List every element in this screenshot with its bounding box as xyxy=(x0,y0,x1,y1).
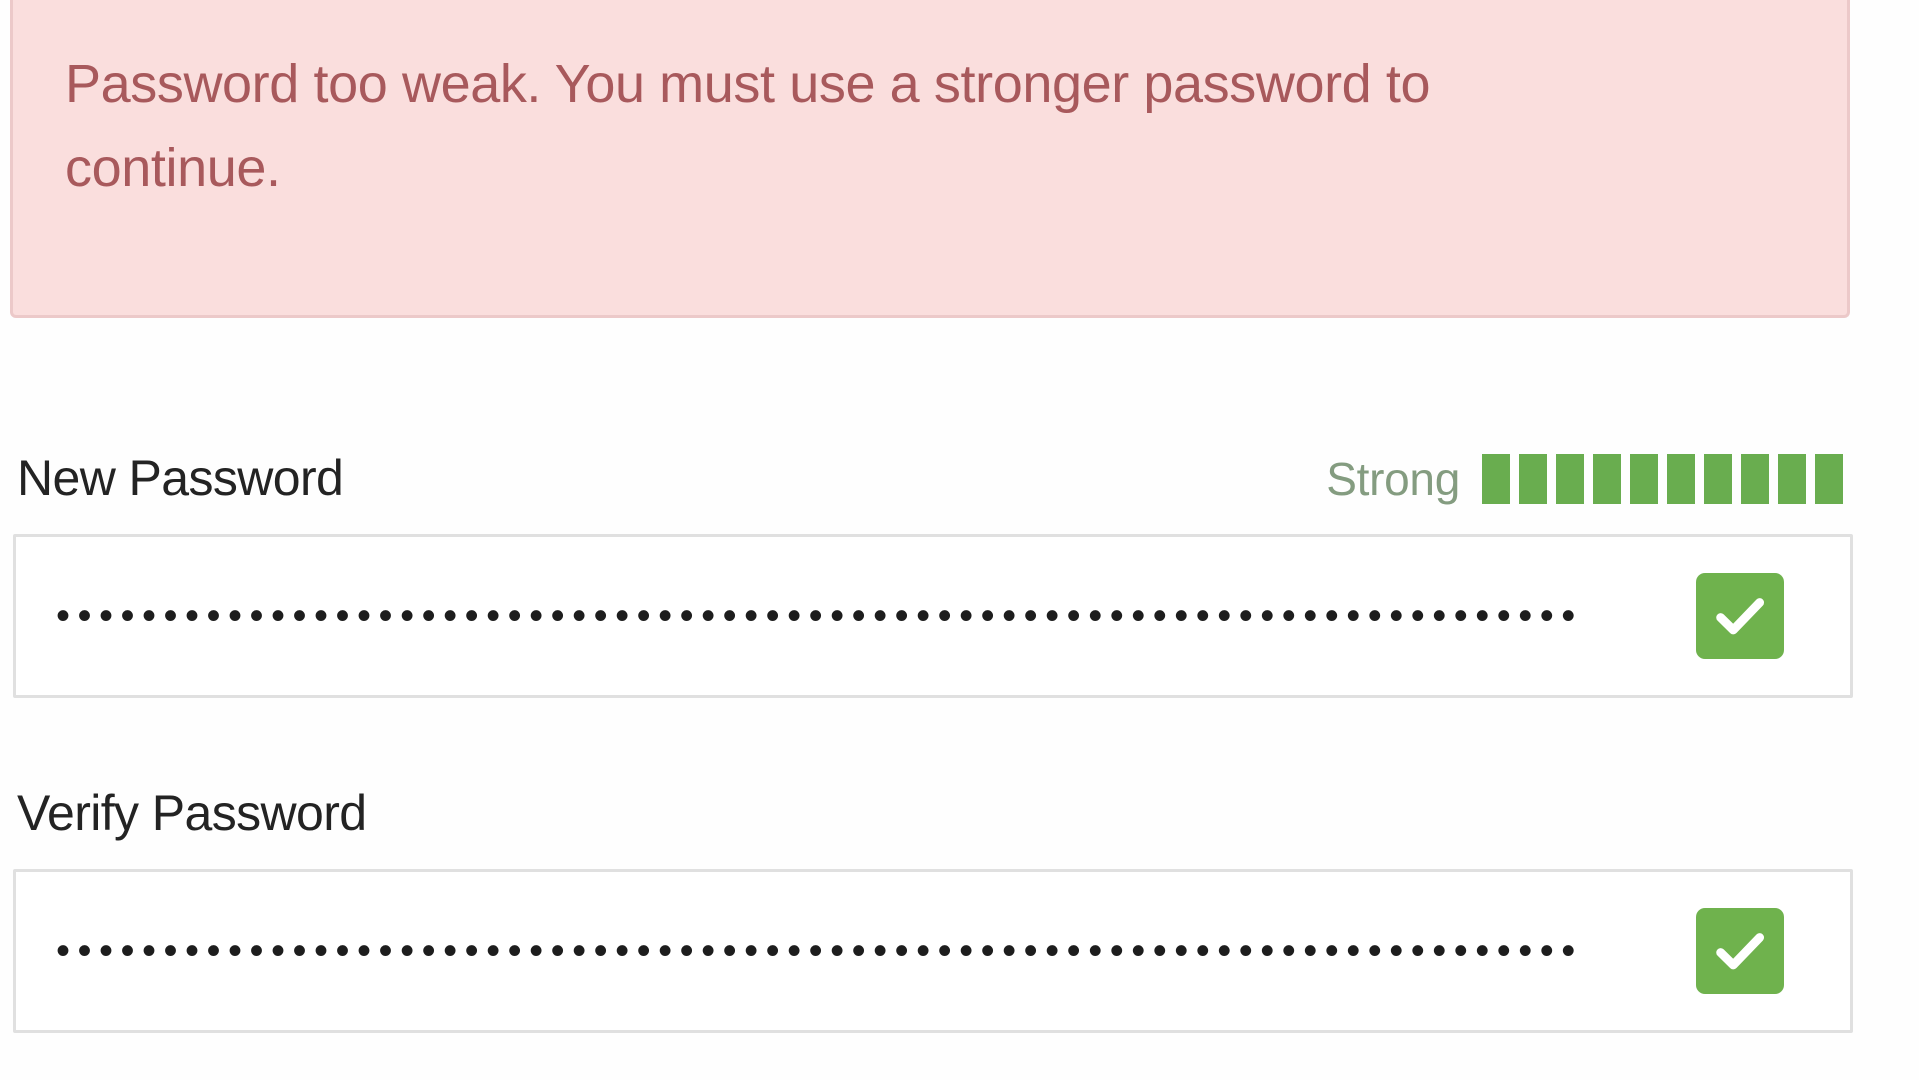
check-icon xyxy=(1696,908,1784,994)
password-reset-page: Password too weak. You must use a strong… xyxy=(0,0,1919,1080)
password-strength-bars xyxy=(1482,454,1843,504)
verify-password-input-wrapper[interactable]: ••••••••••••••••••••••••••••••••••••••••… xyxy=(13,869,1853,1033)
verify-password-input[interactable]: ••••••••••••••••••••••••••••••••••••••••… xyxy=(56,929,1676,973)
strength-bar xyxy=(1815,454,1843,504)
strength-bar xyxy=(1778,454,1806,504)
new-password-input[interactable]: ••••••••••••••••••••••••••••••••••••••••… xyxy=(56,594,1676,638)
password-strength-meter: Strong xyxy=(1326,452,1849,506)
strength-bar xyxy=(1667,454,1695,504)
strength-bar xyxy=(1630,454,1658,504)
strength-bar xyxy=(1741,454,1769,504)
new-password-field-group: New Password Strong ••••••••••••••••••••… xyxy=(13,448,1853,698)
check-icon xyxy=(1696,573,1784,659)
new-password-input-wrapper[interactable]: ••••••••••••••••••••••••••••••••••••••••… xyxy=(13,534,1853,698)
verify-password-label-row: Verify Password xyxy=(13,783,1853,869)
strength-bar xyxy=(1519,454,1547,504)
password-error-alert: Password too weak. You must use a strong… xyxy=(10,0,1850,318)
alert-message: Password too weak. You must use a strong… xyxy=(65,54,1431,198)
strength-bar xyxy=(1556,454,1584,504)
verify-password-field-group: Verify Password ••••••••••••••••••••••••… xyxy=(13,783,1853,1033)
new-password-label: New Password xyxy=(17,450,344,506)
strength-bar xyxy=(1593,454,1621,504)
strength-bar xyxy=(1482,454,1510,504)
strength-bar xyxy=(1704,454,1732,504)
new-password-label-row: New Password Strong xyxy=(13,448,1853,534)
verify-password-label: Verify Password xyxy=(17,785,367,841)
password-strength-label: Strong xyxy=(1326,453,1460,505)
